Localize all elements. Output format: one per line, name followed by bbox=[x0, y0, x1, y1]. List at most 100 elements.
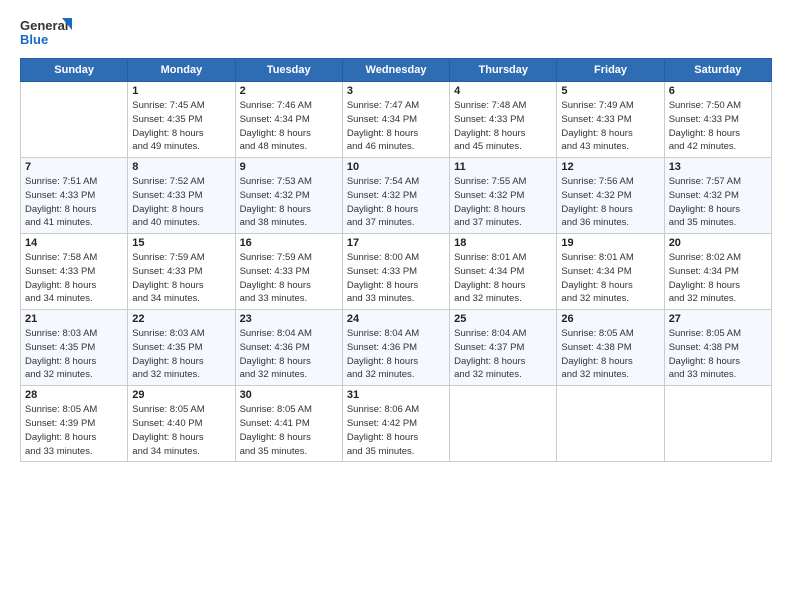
day-number: 27 bbox=[669, 313, 767, 325]
calendar-cell: 2 Sunrise: 7:46 AMSunset: 4:34 PMDaylight… bbox=[235, 82, 342, 158]
day-number: 26 bbox=[561, 313, 659, 325]
day-number: 1 bbox=[132, 85, 230, 97]
day-number: 18 bbox=[454, 237, 552, 249]
calendar-cell: 20 Sunrise: 8:02 AMSunset: 4:34 PMDayligh… bbox=[664, 234, 771, 310]
calendar-cell: 8 Sunrise: 7:52 AMSunset: 4:33 PMDaylight… bbox=[128, 158, 235, 234]
calendar-day-header: Wednesday bbox=[342, 59, 449, 82]
day-number: 3 bbox=[347, 85, 445, 97]
day-info: Sunrise: 7:57 AMSunset: 4:32 PMDaylight:… bbox=[669, 175, 767, 230]
calendar-day-header: Tuesday bbox=[235, 59, 342, 82]
calendar-cell: 28Sunrise: 8:05 AMSunset: 4:39 PMDayligh… bbox=[21, 386, 128, 462]
day-info: Sunrise: 7:59 AMSunset: 4:33 PMDaylight:… bbox=[132, 251, 230, 306]
day-number: 31 bbox=[347, 389, 445, 401]
svg-text:General: General bbox=[20, 18, 68, 33]
calendar-week-row: 28Sunrise: 8:05 AMSunset: 4:39 PMDayligh… bbox=[21, 386, 772, 462]
day-number: 5 bbox=[561, 85, 659, 97]
day-info: Sunrise: 8:04 AMSunset: 4:36 PMDaylight:… bbox=[240, 327, 338, 382]
day-info: Sunrise: 7:45 AMSunset: 4:35 PMDaylight:… bbox=[132, 99, 230, 154]
calendar-week-row: 21Sunrise: 8:03 AMSunset: 4:35 PMDayligh… bbox=[21, 310, 772, 386]
day-info: Sunrise: 8:06 AMSunset: 4:42 PMDaylight:… bbox=[347, 403, 445, 458]
day-number: 19 bbox=[561, 237, 659, 249]
day-info: Sunrise: 7:51 AMSunset: 4:33 PMDaylight:… bbox=[25, 175, 123, 230]
day-info: Sunrise: 7:53 AMSunset: 4:32 PMDaylight:… bbox=[240, 175, 338, 230]
day-info: Sunrise: 7:47 AMSunset: 4:34 PMDaylight:… bbox=[347, 99, 445, 154]
calendar-cell: 15 Sunrise: 7:59 AMSunset: 4:33 PMDayligh… bbox=[128, 234, 235, 310]
day-number: 6 bbox=[669, 85, 767, 97]
calendar-cell: 19Sunrise: 8:01 AMSunset: 4:34 PMDayligh… bbox=[557, 234, 664, 310]
svg-text:Blue: Blue bbox=[20, 32, 48, 47]
calendar-cell: 17 Sunrise: 8:00 AMSunset: 4:33 PMDayligh… bbox=[342, 234, 449, 310]
day-info: Sunrise: 8:04 AMSunset: 4:37 PMDaylight:… bbox=[454, 327, 552, 382]
day-info: Sunrise: 8:03 AMSunset: 4:35 PMDaylight:… bbox=[132, 327, 230, 382]
day-number: 13 bbox=[669, 161, 767, 173]
calendar-header-row: SundayMondayTuesdayWednesdayThursdayFrid… bbox=[21, 59, 772, 82]
day-number: 8 bbox=[132, 161, 230, 173]
calendar-cell: 14Sunrise: 7:58 AMSunset: 4:33 PMDayligh… bbox=[21, 234, 128, 310]
calendar-cell: 7 Sunrise: 7:51 AMSunset: 4:33 PMDaylight… bbox=[21, 158, 128, 234]
calendar-cell: 3 Sunrise: 7:47 AMSunset: 4:34 PMDaylight… bbox=[342, 82, 449, 158]
day-info: Sunrise: 7:52 AMSunset: 4:33 PMDaylight:… bbox=[132, 175, 230, 230]
day-info: Sunrise: 8:05 AMSunset: 4:39 PMDaylight:… bbox=[25, 403, 123, 458]
day-info: Sunrise: 7:58 AMSunset: 4:33 PMDaylight:… bbox=[25, 251, 123, 306]
day-info: Sunrise: 8:05 AMSunset: 4:38 PMDaylight:… bbox=[669, 327, 767, 382]
day-info: Sunrise: 7:46 AMSunset: 4:34 PMDaylight:… bbox=[240, 99, 338, 154]
calendar-day-header: Saturday bbox=[664, 59, 771, 82]
day-number: 15 bbox=[132, 237, 230, 249]
calendar-week-row: 7 Sunrise: 7:51 AMSunset: 4:33 PMDaylight… bbox=[21, 158, 772, 234]
calendar-cell: 1 Sunrise: 7:45 AMSunset: 4:35 PMDaylight… bbox=[128, 82, 235, 158]
day-info: Sunrise: 8:00 AMSunset: 4:33 PMDaylight:… bbox=[347, 251, 445, 306]
day-number: 17 bbox=[347, 237, 445, 249]
calendar-cell: 21Sunrise: 8:03 AMSunset: 4:35 PMDayligh… bbox=[21, 310, 128, 386]
day-number: 9 bbox=[240, 161, 338, 173]
calendar-cell: 16 Sunrise: 7:59 AMSunset: 4:33 PMDayligh… bbox=[235, 234, 342, 310]
calendar-week-row: 14Sunrise: 7:58 AMSunset: 4:33 PMDayligh… bbox=[21, 234, 772, 310]
calendar-cell bbox=[450, 386, 557, 462]
day-info: Sunrise: 8:03 AMSunset: 4:35 PMDaylight:… bbox=[25, 327, 123, 382]
calendar-cell: 29 Sunrise: 8:05 AMSunset: 4:40 PMDayligh… bbox=[128, 386, 235, 462]
calendar-cell: 9 Sunrise: 7:53 AMSunset: 4:32 PMDaylight… bbox=[235, 158, 342, 234]
calendar-cell: 13 Sunrise: 7:57 AMSunset: 4:32 PMDayligh… bbox=[664, 158, 771, 234]
logo-icon: GeneralBlue bbox=[20, 16, 80, 48]
day-info: Sunrise: 8:05 AMSunset: 4:40 PMDaylight:… bbox=[132, 403, 230, 458]
header: GeneralBlue bbox=[20, 16, 772, 48]
day-info: Sunrise: 8:05 AMSunset: 4:38 PMDaylight:… bbox=[561, 327, 659, 382]
calendar-cell: 31 Sunrise: 8:06 AMSunset: 4:42 PMDayligh… bbox=[342, 386, 449, 462]
day-info: Sunrise: 7:59 AMSunset: 4:33 PMDaylight:… bbox=[240, 251, 338, 306]
calendar-cell: 12Sunrise: 7:56 AMSunset: 4:32 PMDayligh… bbox=[557, 158, 664, 234]
day-number: 4 bbox=[454, 85, 552, 97]
calendar-day-header: Thursday bbox=[450, 59, 557, 82]
day-number: 30 bbox=[240, 389, 338, 401]
page: GeneralBlue SundayMondayTuesdayWednesday… bbox=[0, 0, 792, 612]
logo: GeneralBlue bbox=[20, 16, 80, 48]
calendar-table: SundayMondayTuesdayWednesdayThursdayFrid… bbox=[20, 58, 772, 462]
day-number: 29 bbox=[132, 389, 230, 401]
calendar-cell: 30 Sunrise: 8:05 AMSunset: 4:41 PMDayligh… bbox=[235, 386, 342, 462]
calendar-day-header: Sunday bbox=[21, 59, 128, 82]
day-number: 7 bbox=[25, 161, 123, 173]
calendar-cell: 5Sunrise: 7:49 AMSunset: 4:33 PMDaylight… bbox=[557, 82, 664, 158]
day-number: 2 bbox=[240, 85, 338, 97]
calendar-cell bbox=[664, 386, 771, 462]
day-info: Sunrise: 7:50 AMSunset: 4:33 PMDaylight:… bbox=[669, 99, 767, 154]
calendar-cell: 6 Sunrise: 7:50 AMSunset: 4:33 PMDaylight… bbox=[664, 82, 771, 158]
day-info: Sunrise: 8:02 AMSunset: 4:34 PMDaylight:… bbox=[669, 251, 767, 306]
day-info: Sunrise: 7:56 AMSunset: 4:32 PMDaylight:… bbox=[561, 175, 659, 230]
day-number: 22 bbox=[132, 313, 230, 325]
day-number: 11 bbox=[454, 161, 552, 173]
day-number: 20 bbox=[669, 237, 767, 249]
calendar-cell: 11 Sunrise: 7:55 AMSunset: 4:32 PMDayligh… bbox=[450, 158, 557, 234]
calendar-cell: 27 Sunrise: 8:05 AMSunset: 4:38 PMDayligh… bbox=[664, 310, 771, 386]
calendar-cell: 22 Sunrise: 8:03 AMSunset: 4:35 PMDayligh… bbox=[128, 310, 235, 386]
calendar-cell: 24Sunrise: 8:04 AMSunset: 4:36 PMDayligh… bbox=[342, 310, 449, 386]
calendar-day-header: Monday bbox=[128, 59, 235, 82]
day-info: Sunrise: 7:55 AMSunset: 4:32 PMDaylight:… bbox=[454, 175, 552, 230]
day-info: Sunrise: 8:05 AMSunset: 4:41 PMDaylight:… bbox=[240, 403, 338, 458]
day-info: Sunrise: 7:54 AMSunset: 4:32 PMDaylight:… bbox=[347, 175, 445, 230]
calendar-cell: 10Sunrise: 7:54 AMSunset: 4:32 PMDayligh… bbox=[342, 158, 449, 234]
day-number: 24 bbox=[347, 313, 445, 325]
day-number: 16 bbox=[240, 237, 338, 249]
calendar-week-row: 1 Sunrise: 7:45 AMSunset: 4:35 PMDaylight… bbox=[21, 82, 772, 158]
day-info: Sunrise: 8:01 AMSunset: 4:34 PMDaylight:… bbox=[454, 251, 552, 306]
calendar-cell: 25Sunrise: 8:04 AMSunset: 4:37 PMDayligh… bbox=[450, 310, 557, 386]
calendar-cell bbox=[21, 82, 128, 158]
